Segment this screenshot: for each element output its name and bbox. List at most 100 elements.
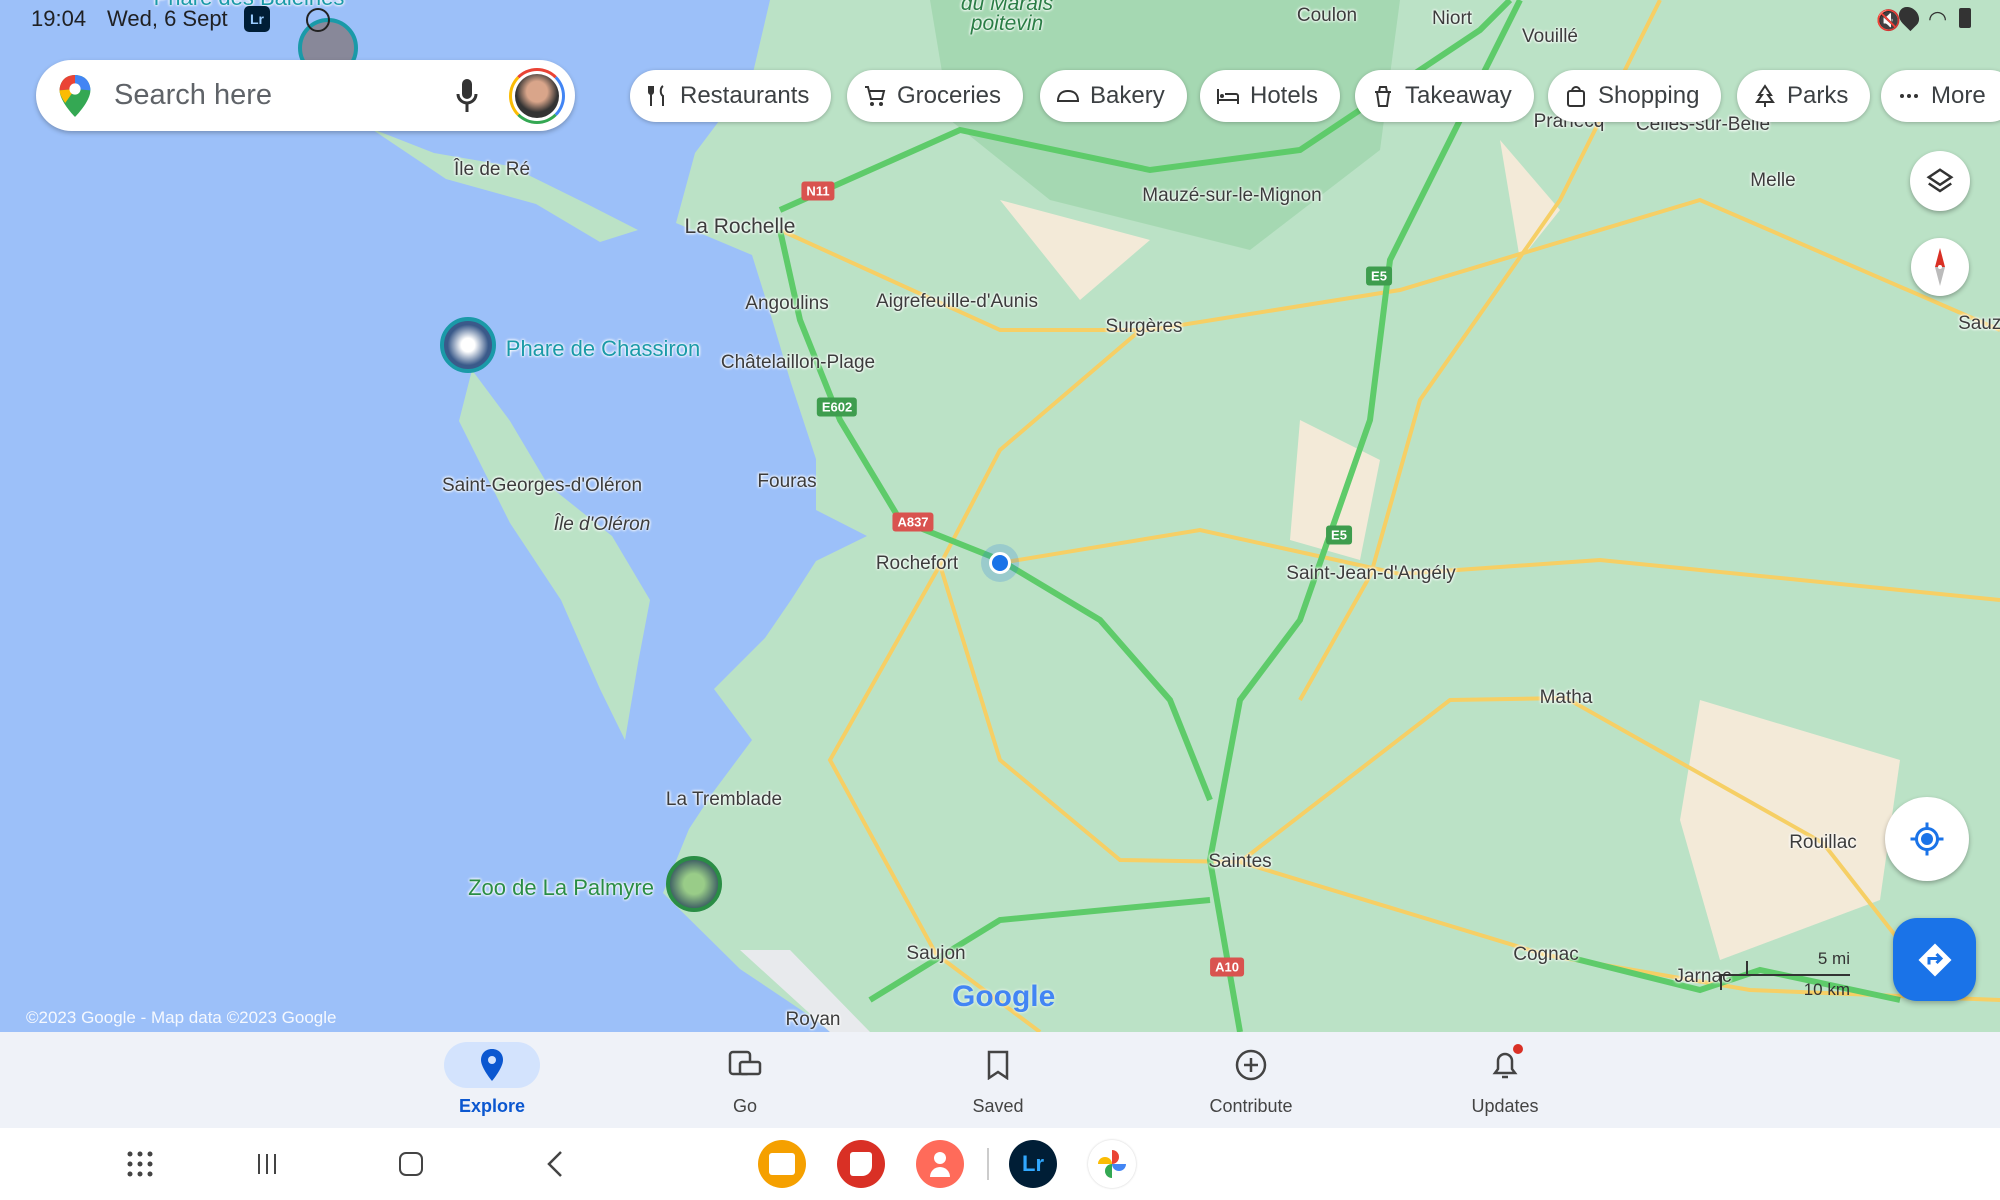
dnd-icon bbox=[306, 8, 330, 32]
notes-icon[interactable] bbox=[837, 1140, 885, 1188]
road-shield: N11 bbox=[801, 181, 835, 201]
place-label: Surgères bbox=[1105, 316, 1183, 337]
scale-metric: 10 km bbox=[1803, 980, 1850, 999]
mute-icon: 🔇 bbox=[1876, 10, 1901, 32]
more-dots-icon bbox=[1900, 94, 1918, 98]
bread-icon bbox=[1056, 89, 1080, 102]
road-shield: A837 bbox=[892, 512, 934, 532]
place-label: Châtelaillon-Plage bbox=[720, 352, 876, 373]
lightroom-icon[interactable]: Lr bbox=[1009, 1140, 1057, 1188]
lightroom-notification-icon: Lr bbox=[244, 6, 270, 32]
nav-contribute[interactable]: Contribute bbox=[1171, 1032, 1331, 1128]
place-label: Melle bbox=[1750, 170, 1796, 191]
bottom-navigation: Explore Go Saved Contribute Updates bbox=[0, 1032, 2000, 1128]
search-bar[interactable]: Search here bbox=[36, 60, 575, 131]
scale-imperial: 5 mi bbox=[1817, 949, 1850, 968]
current-location-dot bbox=[989, 552, 1011, 574]
system-taskbar: Lr bbox=[0, 1128, 2000, 1200]
shopping-bag-icon bbox=[1567, 86, 1585, 107]
nav-label: Updates bbox=[1471, 1096, 1539, 1116]
place-label: Île de Ré bbox=[453, 159, 531, 180]
copyright: ©2023 Google - Map data ©2023 Google bbox=[26, 1008, 337, 1027]
photos-icon[interactable] bbox=[1088, 1140, 1136, 1188]
nav-updates[interactable]: Updates bbox=[1425, 1032, 1585, 1128]
place-label: Matha bbox=[1539, 687, 1593, 708]
recents-icon[interactable] bbox=[243, 1140, 291, 1188]
poi-label[interactable]: Zoo de La Palmyre bbox=[468, 875, 654, 901]
road-shield: A10 bbox=[1210, 957, 1244, 977]
place-label: Île d'Oléron bbox=[553, 514, 651, 535]
taskbar-divider bbox=[987, 1148, 989, 1180]
my-location-button[interactable] bbox=[1885, 797, 1969, 881]
chip-bakery[interactable]: Bakery bbox=[1040, 70, 1187, 122]
poi-label[interactable]: Phare de Chassiron bbox=[506, 336, 700, 362]
directions-icon bbox=[1918, 943, 1951, 976]
place-label: poitevin bbox=[970, 12, 1044, 35]
place-label: La Tremblade bbox=[665, 789, 783, 810]
place-label: Rochefort bbox=[875, 553, 959, 574]
layers-button[interactable] bbox=[1910, 151, 1970, 211]
place-label: La Rochelle bbox=[684, 215, 796, 238]
files-icon[interactable] bbox=[758, 1140, 806, 1188]
chip-more[interactable]: More bbox=[1881, 70, 2000, 122]
compass-icon bbox=[1935, 248, 1945, 286]
back-icon[interactable] bbox=[531, 1140, 579, 1188]
nav-go[interactable]: Go bbox=[665, 1032, 825, 1128]
maps-logo-icon bbox=[59, 74, 91, 117]
lighthouse-marker[interactable] bbox=[440, 317, 496, 373]
oleron-island bbox=[459, 370, 650, 740]
contacts-icon[interactable] bbox=[916, 1140, 964, 1188]
place-label: Rouillac bbox=[1789, 832, 1857, 853]
nav-label: Go bbox=[732, 1096, 757, 1116]
wifi-icon: ◠ bbox=[1928, 6, 1948, 31]
account-avatar[interactable] bbox=[509, 67, 565, 124]
bell-icon bbox=[1492, 1052, 1518, 1079]
battery-icon bbox=[1959, 8, 1971, 28]
fork-knife-icon bbox=[648, 85, 664, 106]
chip-takeaway[interactable]: Takeaway bbox=[1355, 70, 1534, 122]
road-shield: E5 bbox=[1326, 525, 1352, 545]
chip-parks[interactable]: Parks bbox=[1737, 70, 1871, 122]
map-view[interactable]: du Marais poitevin Coulon Niort Vouillé … bbox=[0, 0, 2000, 1032]
place-label: Saint-Jean-d'Angély bbox=[1286, 563, 1456, 584]
nav-saved[interactable]: Saved bbox=[918, 1032, 1078, 1128]
takeaway-cup-icon bbox=[1375, 86, 1391, 107]
notification-badge bbox=[1513, 1044, 1523, 1054]
search-input[interactable]: Search here bbox=[114, 79, 455, 112]
nav-explore[interactable]: Explore bbox=[412, 1032, 572, 1128]
place-label: Niort bbox=[1431, 8, 1473, 29]
layers-icon bbox=[1926, 168, 1954, 193]
bed-icon bbox=[1217, 89, 1239, 104]
map-base bbox=[370, 0, 2000, 1032]
explore-pin-icon bbox=[481, 1049, 503, 1081]
bookmark-icon bbox=[987, 1050, 1009, 1080]
ile-de-re bbox=[370, 128, 638, 242]
place-label: Sauzé bbox=[1958, 313, 2000, 334]
commute-icon bbox=[728, 1050, 762, 1076]
place-label: Fouras bbox=[757, 471, 817, 492]
zoo-marker[interactable] bbox=[666, 856, 722, 912]
home-icon[interactable] bbox=[387, 1140, 435, 1188]
place-label: Saintes bbox=[1208, 851, 1272, 872]
status-time: 19:04 bbox=[31, 6, 87, 31]
cart-icon bbox=[865, 86, 886, 106]
google-logo: Google bbox=[952, 980, 1056, 1013]
nav-label: Saved bbox=[972, 1096, 1024, 1116]
chip-hotels[interactable]: Hotels bbox=[1200, 70, 1341, 122]
place-label: Vouillé bbox=[1522, 26, 1578, 47]
locate-icon bbox=[1910, 822, 1944, 856]
compass-button[interactable] bbox=[1911, 238, 1969, 296]
place-label: Royan bbox=[785, 1009, 841, 1030]
microphone-icon[interactable] bbox=[455, 78, 479, 113]
directions-button[interactable] bbox=[1893, 918, 1976, 1001]
app-drawer-icon[interactable] bbox=[116, 1140, 164, 1188]
tree-icon bbox=[1755, 84, 1775, 107]
nav-label: Contribute bbox=[1209, 1096, 1293, 1116]
chip-restaurants[interactable]: Restaurants bbox=[630, 70, 832, 122]
chip-shopping[interactable]: Shopping bbox=[1548, 70, 1722, 122]
status-date: Wed, 6 Sept bbox=[107, 6, 228, 31]
road-shield: E5 bbox=[1366, 266, 1392, 286]
place-label: Saujon bbox=[906, 943, 966, 964]
nav-label: Explore bbox=[458, 1096, 526, 1116]
chip-groceries[interactable]: Groceries bbox=[847, 70, 1024, 122]
